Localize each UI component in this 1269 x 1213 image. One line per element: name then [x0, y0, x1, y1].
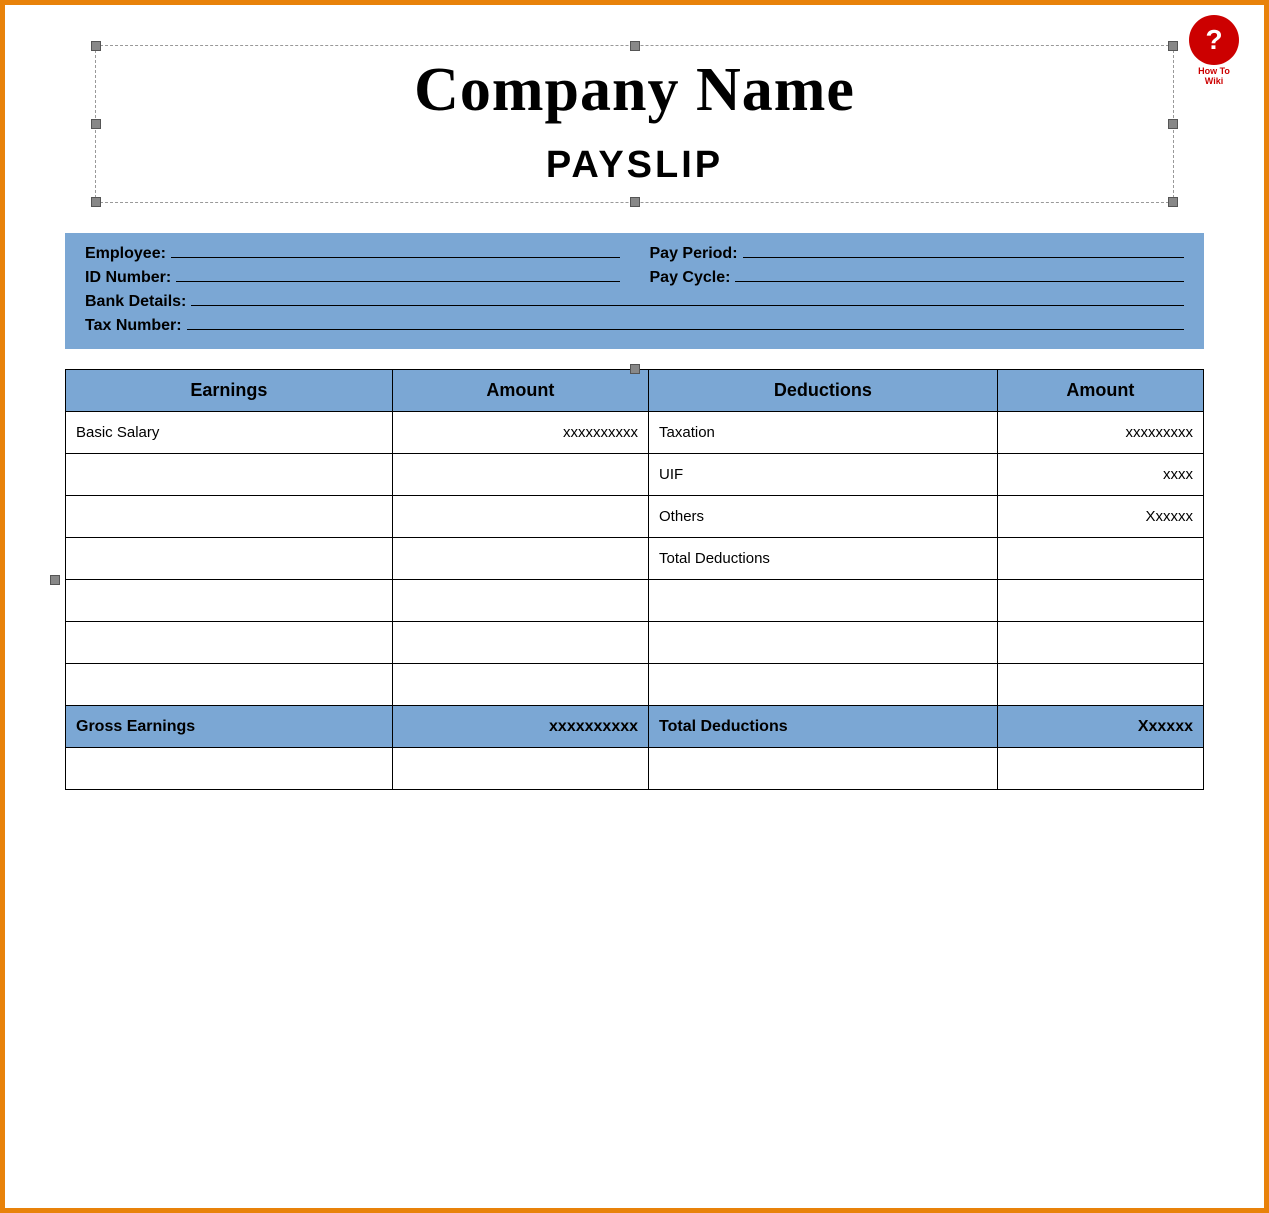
table-header-row: Earnings Amount Deductions Amount [66, 370, 1204, 412]
earning-7 [66, 664, 393, 706]
deduction-4: Total Deductions [649, 538, 998, 580]
deduction-2: UIF [649, 454, 998, 496]
handle-mr [1168, 119, 1178, 129]
deduction-6 [649, 622, 998, 664]
id-number-line [176, 281, 619, 282]
deduction-amount-6 [997, 622, 1203, 664]
deduction-5 [649, 580, 998, 622]
deduction-amount-3: Xxxxxx [997, 496, 1203, 538]
deduction-amount-5 [997, 580, 1203, 622]
deduction-last [649, 748, 998, 790]
earning-last [66, 748, 393, 790]
field-pay-period: Pay Period: [650, 245, 1185, 263]
gross-earnings-amount: xxxxxxxxxx [392, 706, 648, 748]
table-row: Others Xxxxxx [66, 496, 1204, 538]
handle-ml [91, 119, 101, 129]
handle-bl [91, 197, 101, 207]
earning-amount-last [392, 748, 648, 790]
deduction-amount-7 [997, 664, 1203, 706]
employee-row-3: Bank Details: [85, 293, 1184, 311]
bank-details-label: Bank Details: [85, 293, 186, 311]
company-name: Company Name [116, 56, 1153, 124]
earning-1: Basic Salary [66, 412, 393, 454]
total-deductions-label: Total Deductions [649, 706, 998, 748]
earning-amount-5 [392, 580, 648, 622]
pay-period-label: Pay Period: [650, 245, 738, 263]
handle-tc [630, 41, 640, 51]
deduction-7 [649, 664, 998, 706]
table-handle-left [50, 575, 60, 585]
header-earnings: Earnings [66, 370, 393, 412]
employee-label: Employee: [85, 245, 166, 263]
table-row [66, 664, 1204, 706]
handle-tl [91, 41, 101, 51]
table-section: Earnings Amount Deductions Amount Basic … [65, 369, 1204, 790]
table-row: Total Deductions [66, 538, 1204, 580]
deduction-3: Others [649, 496, 998, 538]
earning-amount-6 [392, 622, 648, 664]
pay-cycle-label: Pay Cycle: [650, 269, 731, 287]
earning-5 [66, 580, 393, 622]
handle-bc [630, 197, 640, 207]
earning-2 [66, 454, 393, 496]
handle-br [1168, 197, 1178, 207]
earning-amount-4 [392, 538, 648, 580]
deduction-amount-4 [997, 538, 1203, 580]
deduction-amount-2: xxxx [997, 454, 1203, 496]
table-row [66, 748, 1204, 790]
content-area: Company Name PAYSLIP Employee: Pay Perio… [5, 5, 1264, 810]
payslip-table: Earnings Amount Deductions Amount Basic … [65, 369, 1204, 790]
field-id-number: ID Number: [85, 269, 620, 287]
gross-earnings-label: Gross Earnings [66, 706, 393, 748]
header-deductions: Deductions [649, 370, 998, 412]
earning-amount-7 [392, 664, 648, 706]
pay-cycle-line [735, 281, 1184, 282]
handle-tr [1168, 41, 1178, 51]
bank-details-line [191, 305, 1184, 306]
table-row: Basic Salary xxxxxxxxxx Taxation xxxxxxx… [66, 412, 1204, 454]
earning-6 [66, 622, 393, 664]
tax-number-label: Tax Number: [85, 317, 182, 335]
employee-line [171, 257, 620, 258]
deduction-amount-1: xxxxxxxxx [997, 412, 1203, 454]
employee-section: Employee: Pay Period: ID Number: Pay Cyc… [65, 233, 1204, 349]
id-number-label: ID Number: [85, 269, 171, 287]
table-handle-top [630, 364, 640, 374]
total-deductions-amount: Xxxxxx [997, 706, 1203, 748]
pay-period-line [743, 257, 1184, 258]
table-row: UIF xxxx [66, 454, 1204, 496]
earning-4 [66, 538, 393, 580]
employee-row-4: Tax Number: [85, 317, 1184, 335]
deduction-amount-last [997, 748, 1203, 790]
table-row [66, 622, 1204, 664]
header-section: Company Name PAYSLIP [95, 45, 1174, 203]
header-amount-deductions: Amount [997, 370, 1203, 412]
table-footer-row: Gross Earnings xxxxxxxxxx Total Deductio… [66, 706, 1204, 748]
table-row [66, 580, 1204, 622]
employee-row-2: ID Number: Pay Cycle: [85, 269, 1184, 287]
page-border: ? How ToWiki Company Name PAYSLIP Employ… [0, 0, 1269, 1213]
payslip-title: PAYSLIP [116, 144, 1153, 187]
header-amount-earnings: Amount [392, 370, 648, 412]
tax-number-line [187, 329, 1184, 330]
field-employee: Employee: [85, 245, 620, 263]
employee-row-1: Employee: Pay Period: [85, 245, 1184, 263]
earning-3 [66, 496, 393, 538]
earning-amount-3 [392, 496, 648, 538]
earning-amount-2 [392, 454, 648, 496]
earning-amount-1: xxxxxxxxxx [392, 412, 648, 454]
field-pay-cycle: Pay Cycle: [650, 269, 1185, 287]
deduction-1: Taxation [649, 412, 998, 454]
